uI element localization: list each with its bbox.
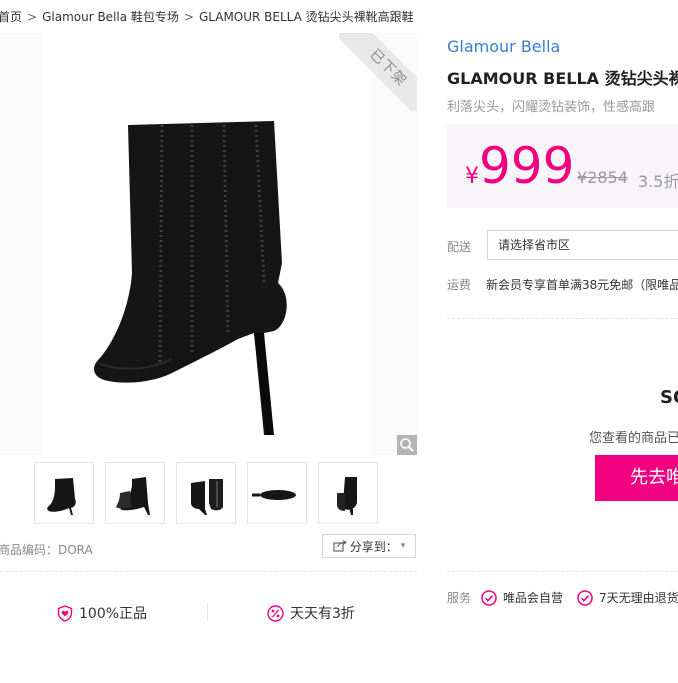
magnifier-icon xyxy=(400,438,414,452)
boot-thumbnail-image xyxy=(47,478,76,515)
delivery-label: 配送 xyxy=(447,240,472,254)
share-button[interactable]: 分享到： ▾ xyxy=(322,534,416,558)
brand-link[interactable]: Glamour Bella xyxy=(447,37,560,56)
breadcrumb-category-link[interactable]: Glamour Bella 鞋包专场 xyxy=(42,10,179,24)
thumbnail-4[interactable] xyxy=(247,462,307,524)
service-item-label: 7天无理由退货 xyxy=(599,591,678,605)
breadcrumb-home-link[interactable]: 首页 xyxy=(0,10,22,24)
shipping-info: 新会员专享首单满38元免邮（限唯品 xyxy=(486,278,678,292)
share-icon xyxy=(333,540,347,552)
discount-rate: 3.5折 xyxy=(638,172,678,191)
shield-heart-icon xyxy=(57,604,73,622)
breadcrumb-separator: > xyxy=(27,10,38,24)
check-circle-icon xyxy=(481,589,497,606)
thumbnail-3[interactable] xyxy=(176,462,236,524)
badge-authentic-label: 100%正品 xyxy=(79,606,148,622)
share-label: 分享到： xyxy=(349,539,398,554)
main-product-image[interactable]: 已下架 xyxy=(0,33,417,455)
badge-daily-discount: 天天有3折 xyxy=(267,603,355,623)
service-label: 服务 xyxy=(447,591,472,605)
product-code: 商品编码：DORA xyxy=(0,543,93,557)
go-shopping-button[interactable]: 先去唯 xyxy=(595,455,678,501)
service-item-return: 7天无理由退货 xyxy=(577,589,678,606)
breadcrumb: 首页 > Glamour Bella 鞋包专场 > GLAMOUR BELLA 烫钻尖头… xyxy=(0,8,414,25)
sale-price: 999 xyxy=(479,137,575,195)
shipping-label: 运费 xyxy=(447,278,472,292)
breadcrumb-separator: > xyxy=(183,10,194,24)
boot-thumbnail-image xyxy=(337,477,357,515)
sold-out-heading: SO xyxy=(660,387,678,408)
thumbnail-5[interactable] xyxy=(318,462,378,524)
thumbnail-2[interactable] xyxy=(105,462,165,524)
boot-illustration xyxy=(94,121,287,435)
product-title: GLAMOUR BELLA 烫钻尖头裸靴 xyxy=(447,69,678,88)
original-price: ¥2854 xyxy=(577,168,628,187)
price-currency: ¥ xyxy=(465,164,479,189)
status-ribbon: 已下架 xyxy=(339,33,417,111)
chevron-down-icon: ▾ xyxy=(400,541,406,551)
status-ribbon-label: 已下架 xyxy=(339,33,417,111)
product-subtitle: 利落尖头，闪耀烫钻装饰，性感高跟 xyxy=(447,100,656,115)
percent-icon xyxy=(267,604,284,622)
divider xyxy=(0,571,417,572)
boot-thumbnail-image xyxy=(116,477,150,515)
breadcrumb-current: GLAMOUR BELLA 烫钻尖头裸靴高跟鞋 xyxy=(198,10,414,24)
service-item-label: 唯品会自营 xyxy=(503,591,564,605)
boot-thumbnail-image xyxy=(191,479,223,515)
boot-thumbnail-image xyxy=(252,490,296,500)
sold-out-message: 您查看的商品已 xyxy=(589,431,678,446)
badge-daily-discount-label: 天天有3折 xyxy=(290,606,355,622)
divider xyxy=(447,571,678,572)
service-item-self-operated: 唯品会自营 xyxy=(481,589,563,606)
product-photo xyxy=(42,33,372,455)
check-circle-icon xyxy=(577,589,593,606)
badge-authentic: 100%正品 xyxy=(57,603,147,623)
thumbnail-1[interactable] xyxy=(34,462,94,524)
divider xyxy=(447,318,678,319)
badge-divider xyxy=(207,603,208,621)
region-select[interactable]: 请选择省市区 xyxy=(487,230,678,260)
zoom-button[interactable] xyxy=(397,435,417,455)
